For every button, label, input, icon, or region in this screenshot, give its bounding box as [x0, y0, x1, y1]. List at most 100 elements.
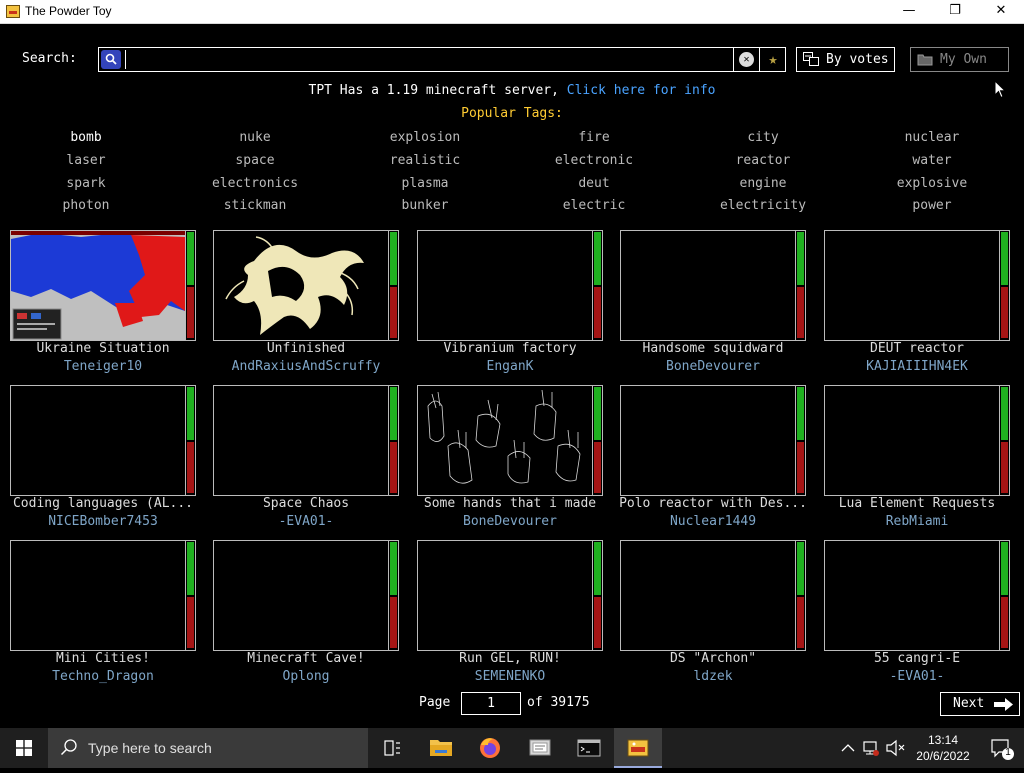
notification-center-icon[interactable]: 1: [978, 728, 1024, 768]
save-thumbnail[interactable]: [417, 540, 593, 651]
save-card[interactable]: Handsome squidward BoneDevourer: [620, 230, 806, 380]
powder-toy-taskbar-icon[interactable]: [614, 728, 662, 768]
save-title[interactable]: DEUT reactor: [820, 341, 1014, 356]
save-thumbnail[interactable]: [824, 385, 1000, 496]
save-author[interactable]: Nuclear1449: [616, 514, 810, 529]
save-title[interactable]: Run GEL, RUN!: [413, 651, 607, 666]
tag-item[interactable]: nuke: [180, 130, 330, 145]
tag-item[interactable]: plasma: [350, 176, 500, 191]
clear-search-button[interactable]: ✕: [733, 48, 760, 71]
maximize-icon[interactable]: ❐: [932, 0, 978, 23]
search-icon[interactable]: [101, 50, 121, 69]
save-title[interactable]: Some hands that i made: [413, 496, 607, 511]
tag-item[interactable]: space: [180, 153, 330, 168]
save-card[interactable]: Polo reactor with Des... Nuclear1449: [619, 385, 807, 535]
tag-item[interactable]: stickman: [180, 198, 330, 213]
save-title[interactable]: Coding languages (AL...: [6, 496, 200, 511]
save-title[interactable]: Lua Element Requests: [820, 496, 1014, 511]
save-thumbnail[interactable]: [620, 385, 796, 496]
save-author[interactable]: KAJIAIIIHN4EK: [820, 359, 1014, 374]
save-title[interactable]: 55 cangri-E: [820, 651, 1014, 666]
save-card[interactable]: Lua Element Requests RebMiami: [824, 385, 1010, 535]
save-card[interactable]: Some hands that i made BoneDevourer: [417, 385, 603, 535]
save-thumbnail[interactable]: [824, 540, 1000, 651]
save-title[interactable]: Vibranium factory: [413, 341, 607, 356]
next-page-button[interactable]: Next: [940, 692, 1020, 716]
save-author[interactable]: Techno_Dragon: [6, 669, 200, 684]
save-author[interactable]: EnganK: [413, 359, 607, 374]
save-author[interactable]: BoneDevourer: [616, 359, 810, 374]
tag-item[interactable]: engine: [688, 176, 838, 191]
save-title[interactable]: Handsome squidward: [616, 341, 810, 356]
save-title[interactable]: Minecraft Cave!: [209, 651, 403, 666]
tag-item[interactable]: photon: [11, 198, 161, 213]
save-card[interactable]: 55 cangri-E -EVA01-: [824, 540, 1010, 690]
tag-item[interactable]: water: [857, 153, 1007, 168]
save-card[interactable]: DS "Archon" ldzek: [620, 540, 806, 690]
save-thumbnail[interactable]: [10, 230, 186, 341]
save-card[interactable]: Run GEL, RUN! SEMENENKO: [417, 540, 603, 690]
save-thumbnail[interactable]: [10, 540, 186, 651]
save-card[interactable]: Mini Cities! Techno_Dragon: [10, 540, 196, 690]
tag-item[interactable]: bunker: [350, 198, 500, 213]
tag-item[interactable]: deut: [519, 176, 669, 191]
file-explorer-icon[interactable]: [417, 728, 465, 768]
firefox-icon[interactable]: [466, 728, 514, 768]
save-author[interactable]: AndRaxiusAndScruffy: [209, 359, 403, 374]
save-author[interactable]: NICEBomber7453: [6, 514, 200, 529]
save-card[interactable]: Unfinished AndRaxiusAndScruffy: [213, 230, 399, 380]
save-author[interactable]: Oplong: [209, 669, 403, 684]
tag-item[interactable]: electronic: [519, 153, 669, 168]
tag-item[interactable]: city: [688, 130, 838, 145]
minimize-icon[interactable]: —: [886, 0, 932, 23]
taskbar-search-box[interactable]: Type here to search: [48, 728, 368, 768]
save-card[interactable]: Ukraine Situation Teneiger10: [10, 230, 196, 380]
save-author[interactable]: -EVA01-: [820, 669, 1014, 684]
save-card[interactable]: Coding languages (AL... NICEBomber7453: [10, 385, 196, 535]
save-card[interactable]: Minecraft Cave! Oplong: [213, 540, 399, 690]
search-input[interactable]: [125, 50, 734, 69]
save-title[interactable]: DS "Archon": [616, 651, 810, 666]
tag-item[interactable]: electric: [519, 198, 669, 213]
tag-item[interactable]: laser: [11, 153, 161, 168]
save-author[interactable]: ldzek: [616, 669, 810, 684]
save-title[interactable]: Space Chaos: [209, 496, 403, 511]
save-title[interactable]: Mini Cities!: [6, 651, 200, 666]
save-title[interactable]: Unfinished: [209, 341, 403, 356]
tag-item[interactable]: bomb: [11, 130, 161, 145]
terminal-icon[interactable]: [565, 728, 613, 768]
close-icon[interactable]: ✕: [978, 0, 1024, 23]
chevron-up-icon[interactable]: [838, 728, 858, 768]
tag-item[interactable]: power: [857, 198, 1007, 213]
save-author[interactable]: -EVA01-: [209, 514, 403, 529]
save-thumbnail[interactable]: [10, 385, 186, 496]
save-thumbnail[interactable]: [620, 540, 796, 651]
save-card[interactable]: DEUT reactor KAJIAIIIHN4EK: [824, 230, 1010, 380]
save-thumbnail[interactable]: [824, 230, 1000, 341]
save-author[interactable]: BoneDevourer: [413, 514, 607, 529]
app-icon-grey[interactable]: [516, 728, 564, 768]
tag-item[interactable]: explosion: [350, 130, 500, 145]
save-card[interactable]: Vibranium factory EnganK: [417, 230, 603, 380]
tag-item[interactable]: electricity: [688, 198, 838, 213]
taskbar-clock[interactable]: 13:14 20/6/2022: [912, 732, 974, 764]
save-thumbnail[interactable]: [620, 230, 796, 341]
save-thumbnail[interactable]: [213, 385, 389, 496]
tag-item[interactable]: electronics: [180, 176, 330, 191]
volume-muted-icon[interactable]: [884, 728, 908, 768]
save-thumbnail[interactable]: [213, 540, 389, 651]
windows-start-icon[interactable]: [0, 728, 48, 768]
save-thumbnail[interactable]: [213, 230, 389, 341]
tag-item[interactable]: reactor: [688, 153, 838, 168]
tag-item[interactable]: realistic: [350, 153, 500, 168]
save-author[interactable]: Teneiger10: [6, 359, 200, 374]
network-icon[interactable]: [860, 728, 882, 768]
save-card[interactable]: Space Chaos -EVA01-: [213, 385, 399, 535]
my-own-button[interactable]: My Own: [910, 47, 1009, 72]
tag-item[interactable]: fire: [519, 130, 669, 145]
save-title[interactable]: Polo reactor with Des...: [616, 496, 810, 511]
task-view-icon[interactable]: [368, 728, 416, 768]
sort-by-votes-button[interactable]: By votes: [796, 47, 895, 72]
server-info-link[interactable]: Click here for info: [567, 83, 716, 98]
save-thumbnail[interactable]: [417, 230, 593, 341]
